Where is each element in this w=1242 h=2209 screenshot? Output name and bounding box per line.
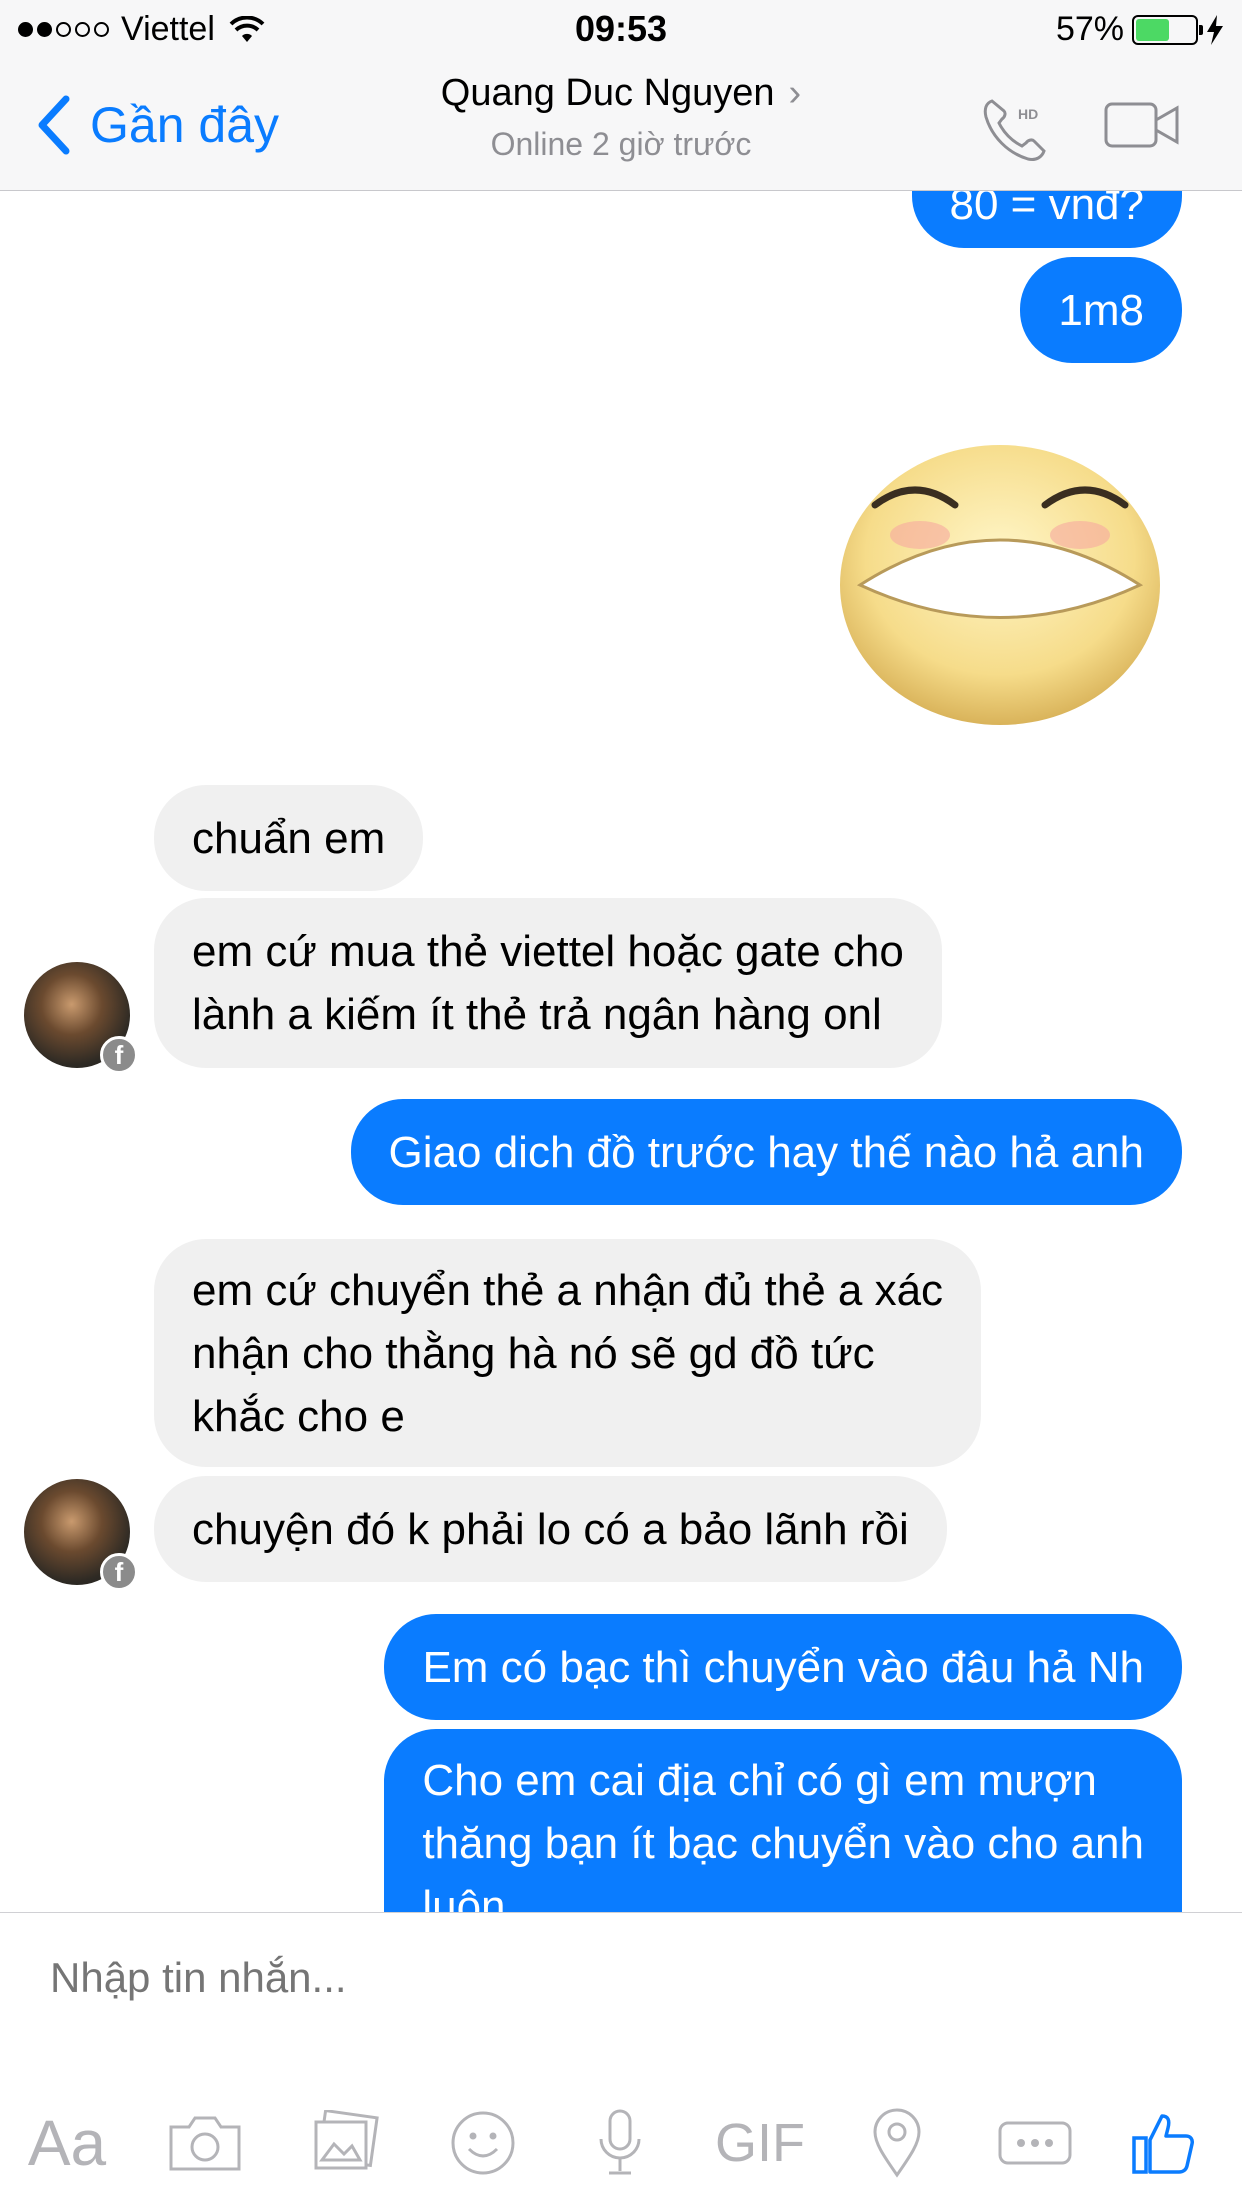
photo-gallery-icon — [314, 2110, 379, 2170]
status-bar: Viettel 09:53 57% — [0, 0, 1242, 60]
message-bubble-outgoing[interactable]: Em có bạc thì chuyển vào đâu hả Nh — [384, 1614, 1182, 1720]
more-options-icon — [998, 2121, 1072, 2165]
contact-name: Quang Duc Nguyen — [440, 72, 775, 114]
presence-status: Online 2 giờ trước — [490, 126, 752, 162]
message-bubble-outgoing[interactable]: 1m8 — [1020, 257, 1182, 363]
facebook-badge-icon: f — [100, 1553, 138, 1591]
message-bubble-incoming[interactable]: chuyện đó k phải lo có a bảo lãnh rồi — [154, 1476, 947, 1582]
like-button[interactable] — [1118, 2098, 1208, 2188]
composer-toolbar: Aa GIF — [0, 2098, 1242, 2188]
avatar[interactable]: f — [24, 1479, 138, 1591]
gif-button[interactable]: GIF — [705, 2098, 815, 2188]
svg-text:HD: HD — [1018, 106, 1038, 122]
facebook-badge-icon: f — [100, 1036, 138, 1074]
chevron-right-icon: › — [788, 72, 802, 114]
thumbs-up-icon — [1132, 2114, 1194, 2174]
camera-button[interactable] — [160, 2098, 250, 2188]
more-button[interactable] — [990, 2098, 1080, 2188]
location-pin-icon — [873, 2108, 921, 2178]
smiley-icon — [451, 2111, 515, 2175]
battery-percent: 57% — [1055, 10, 1124, 48]
camera-icon — [169, 2116, 241, 2171]
message-bubble-incoming[interactable]: chuẩn em — [154, 785, 424, 891]
charging-bolt-icon — [1207, 14, 1223, 45]
location-button[interactable] — [852, 2098, 942, 2188]
video-camera-icon[interactable] — [1103, 100, 1181, 150]
message-bubble-incoming[interactable]: em cứ chuyển thẻ a nhận đủ thẻ a xác nhậ… — [154, 1239, 982, 1467]
message-bubble-outgoing[interactable]: Giao dich đồ trước hay thế nào hả anh — [350, 1099, 1182, 1205]
microphone-icon — [599, 2109, 641, 2175]
phone-hd-icon[interactable]: HD — [980, 95, 1050, 165]
photo-button[interactable] — [300, 2098, 390, 2188]
battery-icon — [1132, 14, 1203, 45]
message-bubble-incoming[interactable]: em cứ mua thẻ viettel hoặc gate cho lành… — [154, 898, 942, 1068]
contact-name-button[interactable]: Quang Duc Nguyen › — [0, 72, 1242, 115]
voice-button[interactable] — [575, 2098, 665, 2188]
sticker-button[interactable] — [438, 2098, 528, 2188]
message-input[interactable] — [48, 1953, 1202, 2003]
avatar[interactable]: f — [24, 962, 138, 1074]
battery-info: 57% — [1056, 10, 1224, 49]
grinning-face-sticker[interactable] — [835, 425, 1165, 735]
text-format-button[interactable]: Aa — [22, 2098, 112, 2188]
message-bubble-outgoing[interactable]: Cho em cai địa chỉ có gì em mượn thăng b… — [384, 1729, 1182, 1912]
conversation-header: Gần đây Quang Duc Nguyen › Online 2 giờ t… — [0, 60, 1242, 191]
composer: Aa — [0, 1912, 1242, 2209]
